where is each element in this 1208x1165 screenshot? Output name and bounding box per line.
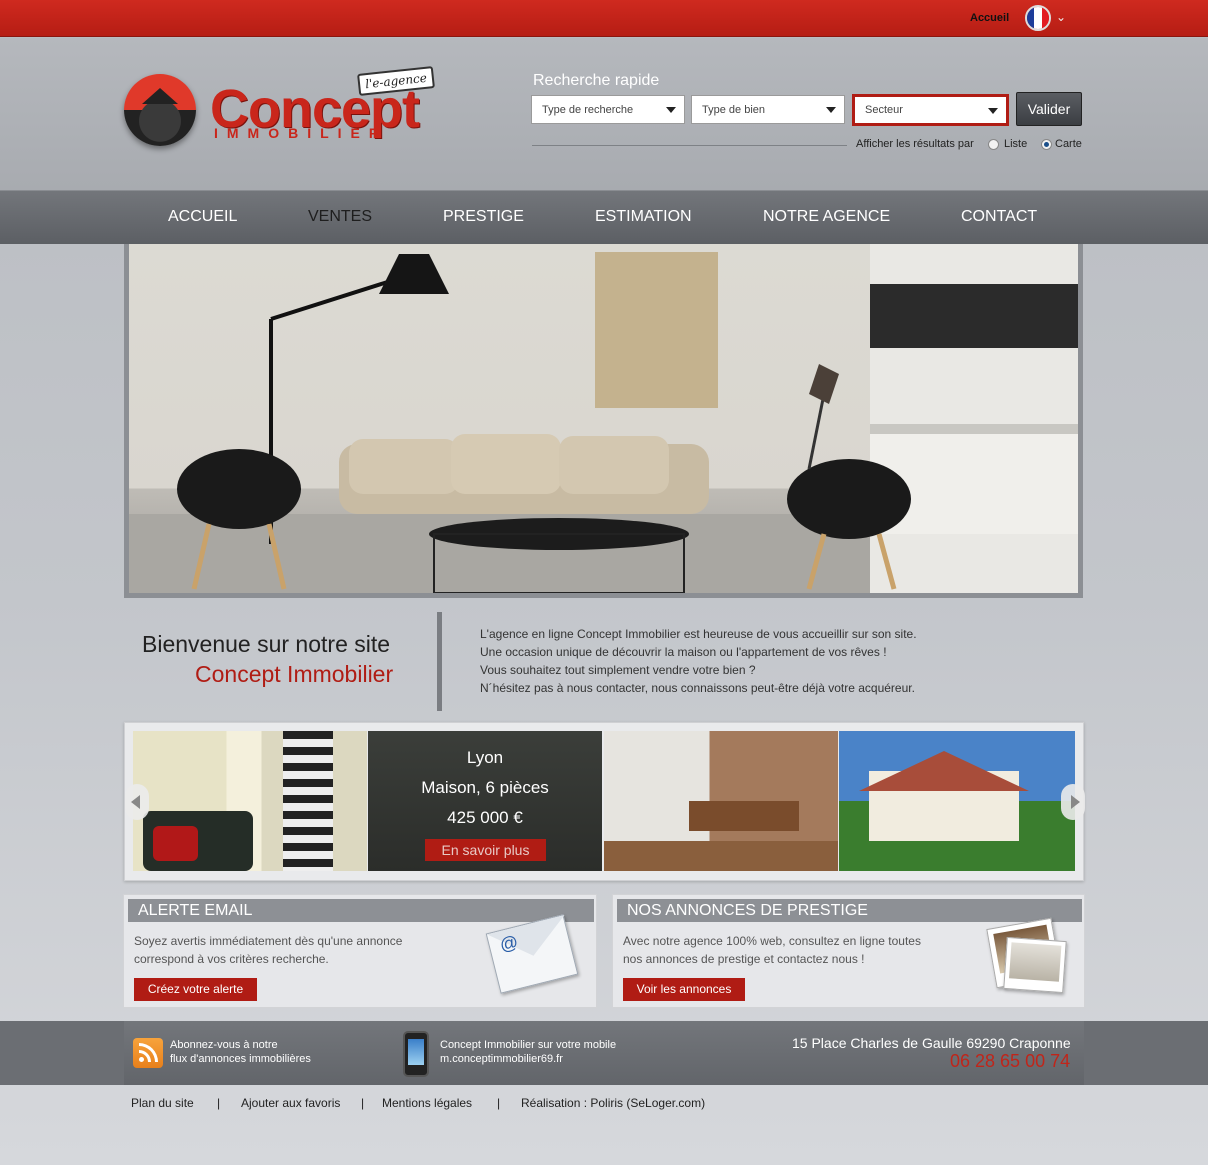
prestige-box: NOS ANNONCES DE PRESTIGE Avec notre agen… — [612, 894, 1085, 1008]
mobile-url[interactable]: m.conceptimmobilier69.fr — [440, 1053, 563, 1065]
welcome-paragraph: Vous souhaitez tout simplement vendre vo… — [480, 663, 756, 677]
living-room-illustration — [129, 244, 1078, 593]
rss-text[interactable]: flux d'annonces immobilières — [170, 1053, 311, 1065]
valider-button[interactable]: Valider — [1016, 92, 1082, 126]
dropdown-arrow-icon — [826, 107, 836, 113]
link-ajouter-favoris[interactable]: Ajouter aux favoris — [241, 1096, 340, 1110]
welcome-subtitle: Concept Immobilier — [195, 661, 394, 687]
main-nav: ACCUEIL VENTES PRESTIGE ESTIMATION NOTRE… — [0, 190, 1208, 244]
rss-text[interactable]: Abonnez-vous à notre — [170, 1039, 278, 1051]
link-mentions-legales[interactable]: Mentions légales — [382, 1096, 472, 1110]
link-realisation[interactable]: Réalisation : Poliris (SeLoger.com) — [521, 1096, 705, 1110]
nav-ventes[interactable]: VENTES — [308, 208, 372, 226]
radio-carte[interactable] — [1041, 139, 1052, 150]
welcome-paragraph: Une occasion unique de découvrir la mais… — [480, 645, 887, 659]
type-bien-select[interactable]: Type de bien — [691, 95, 845, 124]
carousel-prev-arrow-icon[interactable] — [125, 784, 149, 820]
agency-address: 15 Place Charles de Gaulle 69290 Craponn… — [792, 1035, 1071, 1051]
nav-notre-agence[interactable]: NOTRE AGENCE — [763, 208, 890, 226]
logo-subtitle: IMMOBILIER — [214, 125, 388, 141]
photo-icon — [1003, 936, 1067, 994]
prestige-text: Avec notre agence 100% web, consultez en… — [623, 934, 921, 948]
prestige-text: nos annonces de prestige et contactez no… — [623, 952, 865, 966]
hero-image — [129, 244, 1078, 593]
logo-tag: l'e-agence — [357, 66, 435, 96]
welcome-title: Bienvenue sur notre site — [142, 631, 391, 657]
chevron-down-icon[interactable]: ⌄ — [1056, 10, 1066, 24]
listing-carousel: Lyon Maison, 6 pièces 425 000 € En savoi… — [124, 722, 1085, 881]
type-recherche-select[interactable]: Type de recherche — [531, 95, 685, 124]
divider — [532, 145, 847, 146]
alerte-title: ALERTE EMAIL — [128, 899, 594, 922]
top-bar: Accueil ⌄ — [0, 0, 1208, 37]
logo-house-icon[interactable] — [124, 74, 196, 146]
header: Concept IMMOBILIER l'e-agence Recherche … — [0, 38, 1208, 190]
prestige-title: NOS ANNONCES DE PRESTIGE — [617, 899, 1082, 922]
search-title: Recherche rapide — [533, 72, 660, 89]
dropdown-arrow-icon — [666, 107, 676, 113]
secteur-value: Secteur — [865, 104, 903, 116]
creez-alerte-button[interactable]: Créez votre alerte — [134, 978, 257, 1001]
listing-price: 425 000 € — [447, 808, 523, 827]
mobile-text: Concept Immobilier sur votre mobile — [440, 1039, 617, 1051]
carousel-next-arrow-icon[interactable] — [1061, 784, 1085, 820]
en-savoir-plus-button[interactable]: En savoir plus — [425, 839, 546, 861]
voir-annonces-button[interactable]: Voir les annonces — [623, 978, 745, 1001]
nav-contact[interactable]: CONTACT — [961, 208, 1037, 226]
listing-type: Maison, 6 pièces — [421, 778, 549, 797]
hero-banner — [124, 244, 1083, 598]
secteur-select[interactable]: Secteur — [852, 94, 1009, 126]
dropdown-arrow-icon — [988, 108, 998, 114]
rss-icon[interactable] — [133, 1038, 163, 1068]
nav-estimation[interactable]: ESTIMATION — [595, 208, 692, 226]
nav-prestige[interactable]: PRESTIGE — [443, 208, 524, 226]
envelope-icon: @ — [485, 914, 579, 994]
top-link-accueil[interactable]: Accueil — [970, 12, 1009, 24]
radio-carte-label[interactable]: Carte — [1055, 138, 1082, 150]
type-recherche-value: Type de recherche — [542, 104, 634, 116]
link-plan-du-site[interactable]: Plan du site — [131, 1096, 194, 1110]
link-separator: | — [217, 1096, 221, 1110]
listing-city: Lyon — [466, 748, 504, 767]
alerte-email-box: ALERTE EMAIL Soyez avertis immédiatement… — [123, 894, 597, 1008]
radio-liste-label[interactable]: Liste — [1004, 138, 1027, 150]
link-separator: | — [361, 1096, 365, 1110]
agency-phone[interactable]: 06 28 65 00 74 — [950, 1051, 1070, 1072]
type-bien-value: Type de bien — [702, 104, 765, 116]
link-separator: | — [497, 1096, 501, 1110]
welcome-paragraph: L'agence en ligne Concept Immobilier est… — [480, 627, 917, 641]
mobile-phone-icon — [403, 1031, 429, 1077]
alerte-text: correspond à vos critères recherche. — [134, 952, 329, 966]
listing-slide[interactable] — [133, 731, 367, 871]
listing-slide[interactable] — [604, 731, 838, 871]
afficher-label: Afficher les résultats par — [856, 138, 974, 150]
language-flag-icon[interactable] — [1025, 5, 1051, 31]
radio-liste[interactable] — [988, 139, 999, 150]
listing-slide[interactable] — [839, 731, 1075, 871]
listing-slide-featured[interactable]: Lyon Maison, 6 pièces 425 000 € En savoi… — [368, 731, 602, 871]
welcome-divider — [437, 612, 442, 711]
nav-accueil[interactable]: ACCUEIL — [168, 208, 237, 226]
alerte-text: Soyez avertis immédiatement dès qu'une a… — [134, 934, 403, 948]
welcome-paragraph: N´hésitez pas à nous contacter, nous con… — [480, 681, 915, 695]
